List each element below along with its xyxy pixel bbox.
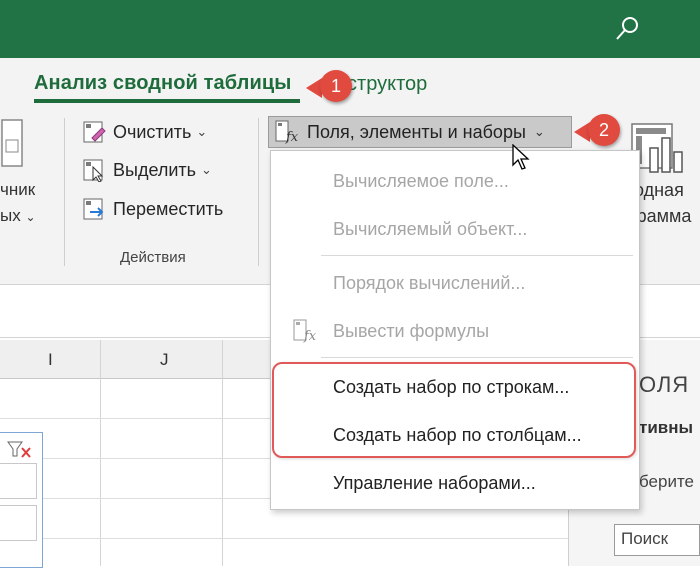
data-source-icon xyxy=(1,119,23,167)
menu-separator xyxy=(321,357,633,358)
pivot-chart-label-fragment: одная xyxy=(634,180,684,200)
move-icon xyxy=(83,198,104,220)
select-button[interactable]: Выделить ⌄ xyxy=(82,157,212,183)
chevron-down-icon: ⌄ xyxy=(25,210,36,224)
fx-formula-icon: fx xyxy=(293,319,317,343)
mouse-cursor-icon xyxy=(512,144,530,170)
chevron-down-icon: ⌄ xyxy=(533,124,545,139)
slicer-fragment[interactable] xyxy=(0,432,43,568)
select-icon xyxy=(83,159,104,182)
menu-separator xyxy=(321,255,633,256)
menu-item-solve-order[interactable]: Порядок вычислений... xyxy=(333,273,525,294)
column-divider xyxy=(100,340,101,566)
move-button-label: Переместить xyxy=(113,198,224,219)
fx-fields-icon: fx xyxy=(275,120,299,144)
menu-item-list-formulas[interactable]: Вывести формулы xyxy=(333,321,489,342)
source-label-fragment: чник xyxy=(0,180,36,199)
group-separator xyxy=(258,118,259,266)
callout-1: 1 xyxy=(320,70,352,102)
slicer-item[interactable] xyxy=(0,505,37,541)
clear-icon xyxy=(83,121,106,143)
pane-title-fragment: ОЛЯ xyxy=(639,372,690,397)
pane-text-fragment: берите xyxy=(639,472,695,491)
active-tab-underline xyxy=(34,99,300,103)
chevron-down-icon: ⌄ xyxy=(201,162,212,177)
slicer-item[interactable] xyxy=(0,463,37,499)
highlight-annotation xyxy=(272,362,636,458)
move-button[interactable]: Переместить xyxy=(82,196,223,222)
chevron-down-icon: ⌄ xyxy=(196,124,208,139)
menu-item-manage-sets[interactable]: Управление наборами... xyxy=(333,473,536,494)
row-divider xyxy=(0,538,568,539)
clear-button-label: Очистить xyxy=(113,121,192,142)
callout-2: 2 xyxy=(588,114,620,146)
column-divider xyxy=(222,340,223,566)
title-bar xyxy=(0,0,700,58)
pane-tab-fragment[interactable]: тивны xyxy=(639,418,693,438)
menu-item-calculated-item[interactable]: Вычисляемый объект... xyxy=(333,219,527,240)
clear-filter-icon[interactable] xyxy=(6,439,34,461)
clear-button[interactable]: Очистить ⌄ xyxy=(82,119,207,145)
fields-button-label: Поля, элементы и наборы xyxy=(307,121,526,142)
svg-text:fx: fx xyxy=(303,329,317,343)
tab-pivot-analyze[interactable]: Анализ сводной таблицы xyxy=(34,72,291,95)
search-input[interactable]: Поиск xyxy=(614,524,700,556)
column-header-j[interactable]: J xyxy=(160,350,169,370)
menu-item-calculated-field[interactable]: Вычисляемое поле... xyxy=(333,171,509,192)
column-header-i[interactable]: I xyxy=(48,350,53,370)
search-icon[interactable] xyxy=(612,14,642,44)
source-label-fragment-2: ых ⌄ xyxy=(0,206,36,226)
group-separator xyxy=(64,118,65,266)
source-label-fragment-text: ых xyxy=(0,206,21,225)
svg-text:fx: fx xyxy=(285,130,299,144)
actions-group-label: Действия xyxy=(120,249,186,266)
select-button-label: Выделить xyxy=(113,159,197,180)
